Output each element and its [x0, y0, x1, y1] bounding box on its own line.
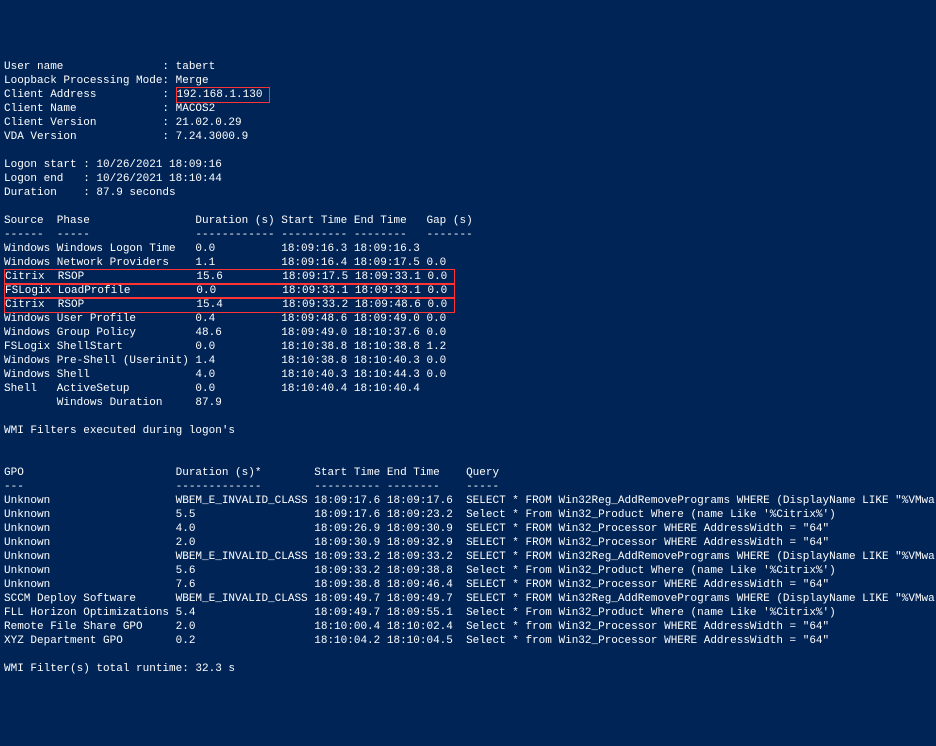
phase-row: Windows Network Providers 1.1 18:09:16.4…	[4, 257, 446, 269]
gpo-row: Remote File Share GPO 2.0 18:10:00.4 18:…	[4, 621, 829, 633]
gpo-row: Unknown WBEM_E_INVALID_CLASS 18:09:33.2 …	[4, 551, 936, 563]
wmi-total: WMI Filter(s) total runtime: 32.3 s	[4, 663, 235, 675]
gpo-row: Unknown 2.0 18:09:30.9 18:09:32.9 SELECT…	[4, 537, 829, 549]
gpo-row: FLL Horizon Optimizations 5.4 18:09:49.7…	[4, 607, 836, 619]
wmi-section-title: WMI Filters executed during logon's	[4, 425, 235, 437]
phase-row: Shell ActiveSetup 0.0 18:10:40.4 18:10:4…	[4, 383, 426, 395]
gpo-row: SCCM Deploy Software WBEM_E_INVALID_CLAS…	[4, 593, 936, 605]
phase-row: Windows Shell 4.0 18:10:40.3 18:10:44.3 …	[4, 369, 446, 381]
gpo-row: Unknown 4.0 18:09:26.9 18:09:30.9 SELECT…	[4, 523, 829, 535]
phase-row: Windows Duration 87.9	[4, 397, 426, 409]
gpo-row: Unknown 5.5 18:09:17.6 18:09:23.2 Select…	[4, 509, 836, 521]
highlighted-row: Citrix RSOP 15.4 18:09:33.2 18:09:48.6 0…	[4, 297, 455, 313]
phase-row: Windows Windows Logon Time 0.0 18:09:16.…	[4, 243, 426, 255]
phase-row: Windows User Profile 0.4 18:09:48.6 18:0…	[4, 313, 446, 325]
gpo-row: XYZ Department GPO 0.2 18:10:04.2 18:10:…	[4, 635, 829, 647]
gpo-row: Unknown 5.6 18:09:33.2 18:09:38.8 Select…	[4, 565, 836, 577]
phase-row: Windows Group Policy 48.6 18:09:49.0 18:…	[4, 327, 446, 339]
gpo-row: Unknown WBEM_E_INVALID_CLASS 18:09:17.6 …	[4, 495, 936, 507]
console-output: User name : tabert Loopback Processing M…	[4, 60, 932, 676]
phase-row: FSLogix ShellStart 0.0 18:10:38.8 18:10:…	[4, 341, 446, 353]
phase-row: Windows Pre-Shell (Userinit) 1.4 18:10:3…	[4, 355, 446, 367]
gpo-row: Unknown 7.6 18:09:38.8 18:09:46.4 SELECT…	[4, 579, 829, 591]
